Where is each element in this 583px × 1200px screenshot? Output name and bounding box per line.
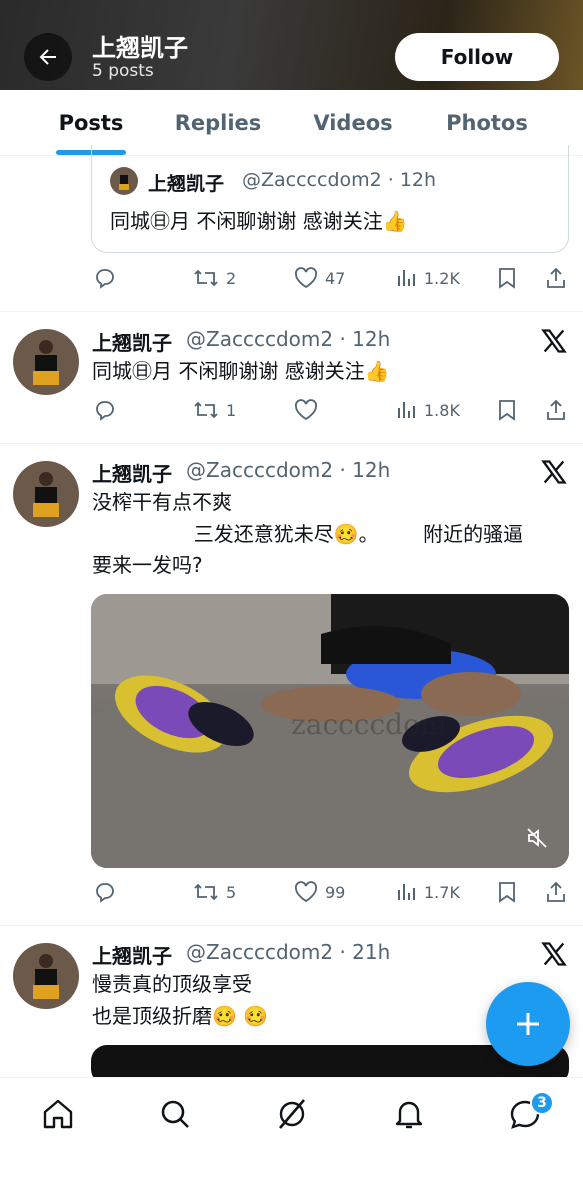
x-logo-icon[interactable] xyxy=(540,458,568,486)
bookmark-button[interactable] xyxy=(496,880,518,904)
views-count: 1.7K xyxy=(424,882,460,902)
post-text: 同城㊐月 不闲聊谢谢 感谢关注👍 xyxy=(92,359,390,383)
bookmark-button[interactable] xyxy=(496,398,518,422)
retweet-button[interactable]: 1 xyxy=(192,398,236,422)
views-button[interactable]: 1.8K xyxy=(396,398,460,422)
retweet-icon xyxy=(194,401,218,419)
bookmark-icon xyxy=(499,882,515,903)
bookmark-icon xyxy=(499,400,515,421)
quote-text: 同城㊐月 不闲聊谢谢 感谢关注👍 xyxy=(110,209,408,233)
notifications-icon[interactable] xyxy=(391,1096,427,1132)
post-count: 5 posts xyxy=(92,61,154,81)
author-name[interactable]: 上翘凯子 xyxy=(92,458,172,487)
like-button[interactable]: 47 xyxy=(293,266,345,290)
video-watermark: zaccccdom xyxy=(291,708,447,741)
reply-icon xyxy=(96,401,114,421)
quoted-post[interactable]: 上翘凯子 @Zaccccdom2 · 12h 同城㊐月 不闲聊谢谢 感谢关注👍 xyxy=(91,145,569,253)
post-text-line-1: 没榨干有点不爽 xyxy=(92,490,232,514)
reply-icon xyxy=(96,269,114,289)
reply-icon xyxy=(96,883,114,903)
plus-icon xyxy=(517,1013,539,1035)
divider xyxy=(0,925,583,926)
profile-name: 上翘凯子 xyxy=(92,34,188,62)
post-video[interactable]: zaccccdom xyxy=(91,594,569,868)
avatar[interactable] xyxy=(13,329,79,395)
avatar[interactable] xyxy=(13,461,79,527)
avatar[interactable] xyxy=(13,943,79,1009)
author-handle[interactable]: @Zaccccdom2 · 12h xyxy=(186,327,390,351)
retweet-count: 5 xyxy=(226,882,237,902)
share-icon xyxy=(547,399,565,420)
post-text-line-2: 也是顶级折磨🥴 🥴 xyxy=(92,1004,269,1028)
divider xyxy=(0,443,583,444)
bottom-navigation xyxy=(0,1077,583,1200)
home-icon[interactable] xyxy=(40,1096,76,1132)
retweet-count: 2 xyxy=(226,268,237,288)
share-button[interactable] xyxy=(544,880,568,904)
views-icon xyxy=(398,270,415,286)
messages-badge: 3 xyxy=(530,1091,554,1115)
x-logo-icon[interactable] xyxy=(540,940,568,968)
bookmark-icon xyxy=(499,268,515,289)
back-button[interactable] xyxy=(24,33,72,81)
share-button[interactable] xyxy=(544,398,568,422)
author-name[interactable]: 上翘凯子 xyxy=(92,327,172,356)
bookmark-button[interactable] xyxy=(496,266,518,290)
x-logo-icon[interactable] xyxy=(540,327,568,355)
divider xyxy=(0,311,583,312)
reply-button[interactable] xyxy=(93,398,117,422)
views-count: 1.8K xyxy=(424,400,460,420)
retweet-icon xyxy=(194,883,218,901)
quote-author-name: 上翘凯子 xyxy=(148,173,225,195)
like-button[interactable] xyxy=(293,398,319,422)
quote-author-handle: @Zaccccdom2 · 12h xyxy=(242,169,437,191)
like-count: 99 xyxy=(325,882,346,902)
post-text-line-2: 三发还意犹未尽🥴。 附近的骚逼 xyxy=(92,522,524,546)
arrow-left-icon xyxy=(39,49,56,65)
views-button[interactable]: 1.2K xyxy=(396,266,460,290)
views-icon xyxy=(398,402,415,418)
like-count: 47 xyxy=(325,268,346,288)
heart-icon xyxy=(294,399,318,421)
video-thumbnail: zaccccdom xyxy=(91,594,569,868)
share-button[interactable] xyxy=(544,266,568,290)
post-text-line-1: 慢责真的顶级享受 xyxy=(92,972,252,996)
retweet-button[interactable]: 5 xyxy=(192,880,236,904)
views-count: 1.2K xyxy=(424,268,460,288)
follow-button[interactable]: Follow xyxy=(395,33,559,81)
retweet-icon xyxy=(194,269,218,287)
mute-icon[interactable] xyxy=(525,826,549,850)
author-handle[interactable]: @Zaccccdom2 · 12h xyxy=(186,458,390,482)
search-icon[interactable] xyxy=(157,1096,193,1132)
profile-header: 上翘凯子 5 posts Follow xyxy=(0,0,583,90)
post-text-line-3: 要来一发吗? xyxy=(92,553,203,577)
author-name[interactable]: 上翘凯子 xyxy=(92,940,172,969)
retweet-count: 1 xyxy=(226,400,237,420)
share-icon xyxy=(547,267,565,288)
avatar xyxy=(110,167,138,195)
retweet-button[interactable]: 2 xyxy=(192,266,236,290)
views-icon xyxy=(398,884,415,900)
share-icon xyxy=(547,881,565,902)
views-button[interactable]: 1.7K xyxy=(396,880,460,904)
compose-button[interactable] xyxy=(486,982,570,1066)
heart-icon xyxy=(294,267,318,289)
reply-button[interactable] xyxy=(93,880,117,904)
reply-button[interactable] xyxy=(93,266,117,290)
like-button[interactable]: 99 xyxy=(293,880,345,904)
author-handle[interactable]: @Zaccccdom2 · 21h xyxy=(186,940,390,964)
grok-icon[interactable] xyxy=(274,1096,310,1132)
heart-icon xyxy=(294,881,318,903)
